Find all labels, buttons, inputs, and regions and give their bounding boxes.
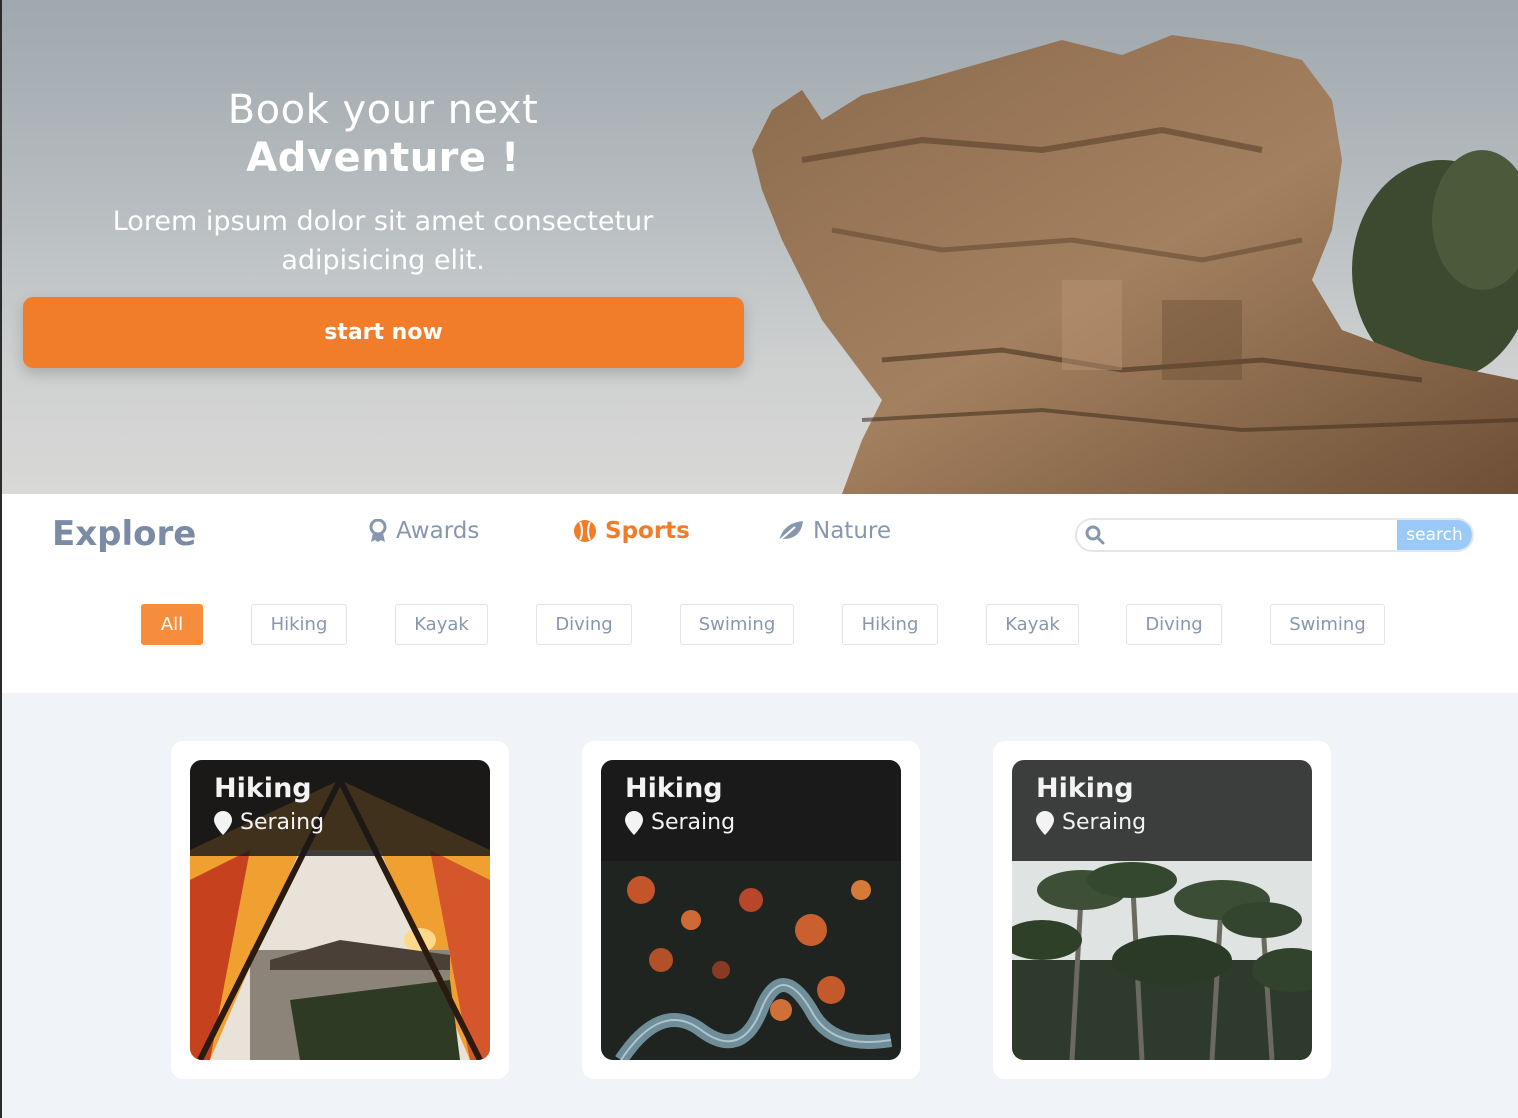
card-location: Seraing <box>1036 810 1288 835</box>
card-title: Hiking <box>1036 773 1134 804</box>
palm-trees-photo: Hiking Seraing <box>1012 760 1312 1060</box>
explore-panel: Explore Awards Sports Nature search All … <box>2 494 1518 693</box>
search-bar: search <box>1075 518 1474 552</box>
activity-card[interactable]: Hiking Seraing <box>171 741 509 1079</box>
location-pin-icon <box>625 810 643 835</box>
award-icon <box>369 519 387 542</box>
nav-sports-label: Sports <box>605 518 690 544</box>
card-overlay: Hiking Seraing <box>190 760 490 856</box>
location-pin-icon <box>214 810 232 835</box>
hero-title-line2: Adventure ! <box>246 135 520 181</box>
nav-sports[interactable]: Sports <box>573 518 690 544</box>
card-overlay: Hiking Seraing <box>1012 760 1312 861</box>
filter-chip-diving[interactable]: Diving <box>536 604 632 645</box>
filter-chip-swiming-2[interactable]: Swiming <box>1270 604 1385 645</box>
tent-lake-photo: Hiking Seraing <box>190 760 490 1060</box>
nav-awards-label: Awards <box>396 518 480 544</box>
card-location: Seraing <box>625 810 877 835</box>
hero-subtitle: Lorem ipsum dolor sit amet consectetur a… <box>112 206 654 276</box>
hero-text: Book your next Adventure ! Lorem ipsum d… <box>22 86 744 280</box>
rock-cliff-image <box>752 35 1518 494</box>
filter-chip-hiking[interactable]: Hiking <box>251 604 347 645</box>
activity-card[interactable]: Hiking Seraing <box>993 741 1331 1079</box>
location-pin-icon <box>1036 810 1054 835</box>
nav-nature-label: Nature <box>813 518 891 544</box>
filter-chip-hiking-2[interactable]: Hiking <box>842 604 938 645</box>
activity-card[interactable]: Hiking Seraing <box>582 741 920 1079</box>
nav-nature[interactable]: Nature <box>777 518 891 544</box>
filter-chip-kayak-2[interactable]: Kayak <box>986 604 1079 645</box>
start-now-button[interactable]: start now <box>23 297 744 368</box>
explore-title: Explore <box>52 514 197 554</box>
card-location-label: Seraing <box>651 810 736 835</box>
hero-title-line1: Book your next <box>227 87 539 133</box>
card-location: Seraing <box>214 810 466 835</box>
hero-title: Book your next Adventure ! <box>22 86 744 182</box>
filter-chip-all[interactable]: All <box>141 604 203 645</box>
leaf-icon <box>778 521 803 542</box>
nav-awards[interactable]: Awards <box>368 518 479 544</box>
card-overlay: Hiking Seraing <box>601 760 901 861</box>
baseball-icon <box>574 520 596 542</box>
card-location-label: Seraing <box>1062 810 1147 835</box>
filter-chip-kayak[interactable]: Kayak <box>395 604 488 645</box>
card-location-label: Seraing <box>240 810 325 835</box>
card-title: Hiking <box>214 773 312 804</box>
card-title: Hiking <box>625 773 723 804</box>
filter-chip-diving-2[interactable]: Diving <box>1126 604 1222 645</box>
search-button[interactable]: search <box>1397 520 1472 550</box>
search-input[interactable] <box>1113 520 1397 550</box>
hero-banner: Book your next Adventure ! Lorem ipsum d… <box>2 0 1518 494</box>
filter-chip-swiming[interactable]: Swiming <box>680 604 794 645</box>
search-icon <box>1077 520 1113 550</box>
forest-road-photo: Hiking Seraing <box>601 760 901 1060</box>
